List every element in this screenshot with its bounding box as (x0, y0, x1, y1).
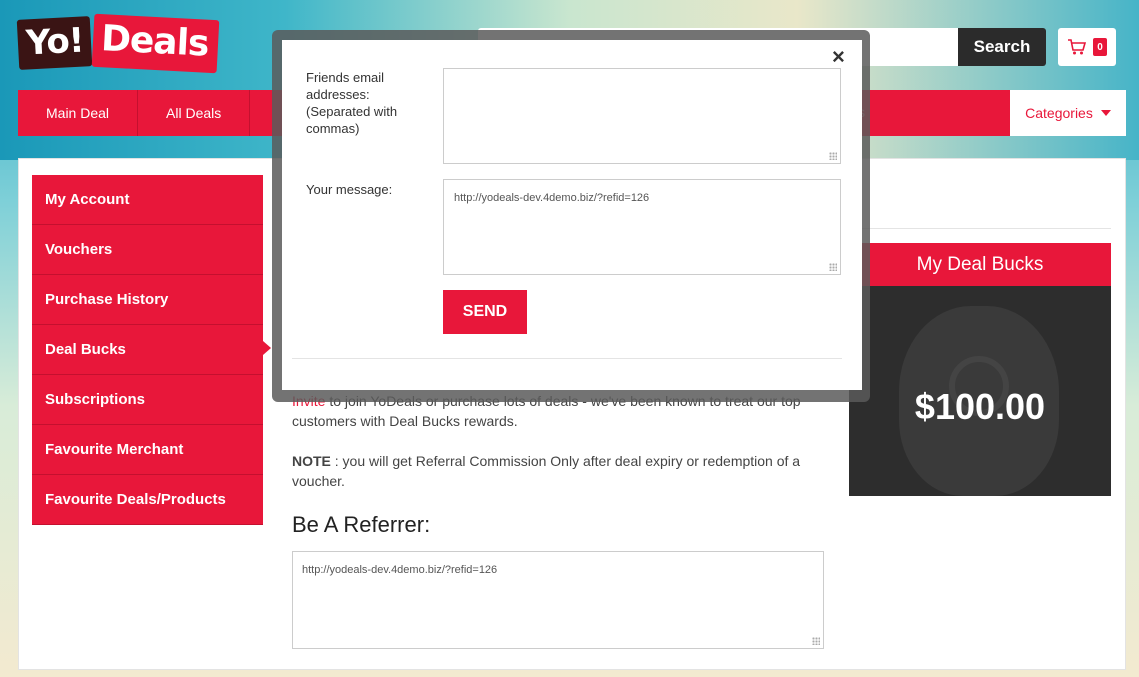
sidebar-item-vouchers[interactable]: Vouchers (32, 225, 263, 275)
send-button[interactable]: SEND (443, 290, 527, 334)
search-button[interactable]: Search (958, 28, 1046, 66)
nav-item-main-deal[interactable]: Main Deal (18, 90, 139, 136)
chevron-down-icon (1100, 110, 1111, 116)
deal-bucks-title: My Deal Bucks (849, 243, 1111, 286)
account-sidebar: My Account Vouchers Purchase History Dea… (32, 175, 263, 525)
site-logo[interactable]: Yo! Deals (16, 13, 221, 73)
deal-bucks-card: $100.00 (849, 286, 1111, 496)
friends-email-label: Friends email addresses: (Separated with… (306, 70, 398, 136)
resize-grip-icon[interactable] (812, 637, 820, 645)
note-label: NOTE (292, 453, 331, 469)
message-field[interactable]: http://yodeals-dev.4demo.biz/?refid=126 (443, 179, 841, 275)
sidebar-item-favourite-deals[interactable]: Favourite Deals/Products (32, 475, 263, 525)
sidebar-item-favourite-merchant[interactable]: Favourite Merchant (32, 425, 263, 475)
sidebar-item-purchase-history[interactable]: Purchase History (32, 275, 263, 325)
message-label: Your message: (306, 182, 393, 197)
sidebar-item-my-account[interactable]: My Account (32, 175, 263, 225)
cart-button[interactable]: 0 (1058, 28, 1116, 66)
sidebar-item-deal-bucks[interactable]: Deal Bucks (32, 325, 263, 375)
referrer-heading: Be A Referrer: (292, 512, 431, 537)
note-text: NOTE : you will get Referral Commission … (292, 451, 832, 491)
cart-count-badge: 0 (1093, 38, 1107, 56)
resize-grip-icon[interactable] (829, 152, 837, 160)
categories-dropdown[interactable]: Categories (1010, 90, 1126, 136)
referrer-link-value: http://yodeals-dev.4demo.biz/?refid=126 (302, 564, 498, 576)
nav-item-all-deals[interactable]: All Deals (138, 90, 251, 136)
logo-yo: Yo! (16, 16, 93, 70)
sidebar-item-subscriptions[interactable]: Subscriptions (32, 375, 263, 425)
friends-email-field[interactable] (443, 68, 841, 164)
deal-bucks-amount: $100.00 (914, 386, 1046, 427)
cart-icon (1068, 39, 1087, 55)
categories-label: Categories (1025, 105, 1093, 121)
active-item-arrow (263, 341, 271, 355)
resize-grip-icon[interactable] (829, 263, 837, 271)
close-icon[interactable]: × (832, 44, 845, 70)
message-value: http://yodeals-dev.4demo.biz/?refid=126 (454, 192, 650, 204)
modal-divider (292, 358, 842, 359)
note-body: : you will get Referral Commission Only … (292, 453, 801, 489)
referrer-link-textarea[interactable]: http://yodeals-dev.4demo.biz/?refid=126 (292, 551, 824, 649)
logo-deals: Deals (92, 13, 221, 73)
